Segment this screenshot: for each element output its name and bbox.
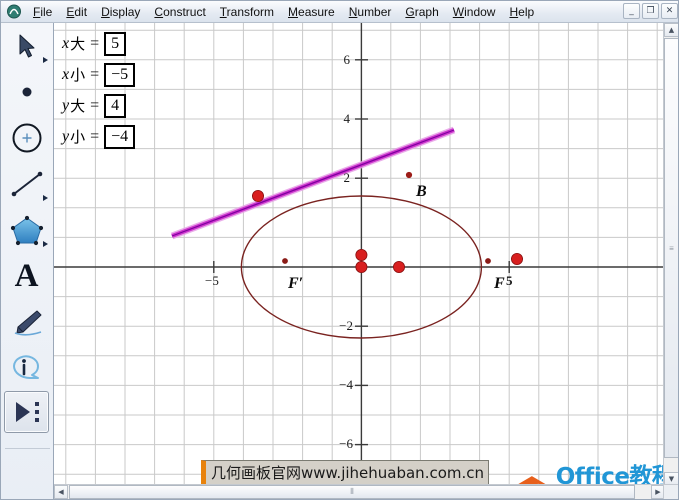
menu-item-file[interactable]: FFileile xyxy=(26,2,59,22)
graph-plot[interactable]: 6 4 2 −2 −4 −6 −5 5 B F′ F xyxy=(54,23,679,500)
measure-var-label: x xyxy=(62,65,70,83)
toolbox: A xyxy=(1,23,54,499)
play-dots-icon xyxy=(15,402,39,422)
grid-lines xyxy=(54,23,678,499)
measure-equals-sign: = xyxy=(90,127,100,145)
measurement-y-min[interactable]: y小 = −4 xyxy=(62,121,136,152)
label-F: F xyxy=(493,275,505,292)
measure-var-label: x xyxy=(62,34,70,52)
intersection-point[interactable] xyxy=(251,189,264,202)
y-tick-label-4: 4 xyxy=(344,111,351,126)
measure-qualifier-label: 大 xyxy=(70,35,86,53)
measure-qualifier-label: 小 xyxy=(70,66,86,84)
marker-tool[interactable] xyxy=(1,299,52,345)
y-tick-label-minus-2: −2 xyxy=(339,318,353,333)
x-tick-label-minus-5: −5 xyxy=(205,273,219,288)
axes xyxy=(54,23,678,499)
y-tick-label-minus-6: −6 xyxy=(339,436,353,451)
measure-var-label: y xyxy=(62,96,70,114)
pen-marker-icon xyxy=(14,310,41,336)
measure-equals-sign: = xyxy=(90,65,100,83)
menu-item-edit[interactable]: Edit xyxy=(59,2,94,22)
measure-value-box[interactable]: 5 xyxy=(104,31,127,56)
measure-var-label: y xyxy=(62,127,70,145)
arrow-select-tool[interactable] xyxy=(1,23,52,69)
info-balloon-icon xyxy=(12,355,39,379)
pentagon-icon xyxy=(10,215,43,246)
vertical-scroll-thumb[interactable]: ≡ xyxy=(664,38,678,458)
menu-item-construct[interactable]: Construct xyxy=(147,2,212,22)
point-F-prime[interactable] xyxy=(282,258,288,264)
straightedge-tool[interactable] xyxy=(1,161,52,207)
jihehuaban-watermark: 几何画板官网www.jihehuaban.com.cn xyxy=(201,460,490,485)
point-tool[interactable] xyxy=(1,69,52,115)
label-B: B xyxy=(415,183,427,200)
sketchpad-window: FFileile Edit Display Construct Transfor… xyxy=(0,0,679,500)
y-tick-label-2: 2 xyxy=(344,170,351,185)
sketchpad-icon xyxy=(5,4,23,20)
scroll-up-button[interactable]: ▲ xyxy=(664,23,678,37)
menu-bar: FFileile Edit Display Construct Transfor… xyxy=(1,1,678,23)
letter-a-icon: A xyxy=(14,257,39,294)
measure-qualifier-label: 大 xyxy=(70,97,86,115)
menu-item-number[interactable]: Number xyxy=(342,2,399,22)
minimize-button[interactable]: _ xyxy=(623,3,640,19)
scrollbar-corner xyxy=(663,484,678,499)
point-F[interactable] xyxy=(485,258,491,264)
measurement-x-max[interactable]: x大 = 5 xyxy=(62,28,135,59)
y-tick-label-6: 6 xyxy=(344,52,351,67)
label-F-prime: F′ xyxy=(287,275,303,292)
window-controls: _ ❐ ✕ xyxy=(623,3,678,19)
vertex-point-right[interactable] xyxy=(510,252,523,265)
measure-value-box[interactable]: 4 xyxy=(104,93,127,118)
menu-item-display[interactable]: Display xyxy=(94,2,147,22)
line-segment-icon xyxy=(11,171,42,197)
toolbox-divider xyxy=(5,448,50,449)
measure-value-box[interactable]: −5 xyxy=(104,62,136,87)
circle-icon xyxy=(12,123,41,153)
vertical-scrollbar[interactable]: ▲ ≡ ▼ xyxy=(663,23,678,486)
information-tool[interactable] xyxy=(1,345,52,391)
menu-list: FFileile Edit Display Construct Transfor… xyxy=(26,1,541,23)
menu-item-help[interactable]: Help xyxy=(502,2,541,22)
menu-item-graph[interactable]: Graph xyxy=(398,2,445,22)
arrow-tool-flyout-arrow[interactable] xyxy=(43,57,48,63)
x-tick-label-5: 5 xyxy=(506,273,513,288)
point-on-axis[interactable] xyxy=(392,260,405,273)
point-B[interactable] xyxy=(405,171,413,179)
custom-tool[interactable] xyxy=(4,391,49,433)
horizontal-scroll-thumb[interactable]: ⦀ xyxy=(69,485,635,499)
polygon-tool[interactable] xyxy=(1,207,52,253)
y-tick-label-minus-4: −4 xyxy=(339,377,353,392)
restore-button[interactable]: ❐ xyxy=(642,3,659,19)
straightedge-flyout-arrow[interactable] xyxy=(43,195,48,201)
measure-equals-sign: = xyxy=(90,96,100,114)
menu-item-window[interactable]: Window xyxy=(446,2,503,22)
menu-item-transform[interactable]: Transform xyxy=(213,2,281,22)
horizontal-scrollbar[interactable]: ◀ ⦀ ▶ xyxy=(54,484,665,499)
origin-point[interactable] xyxy=(355,260,368,273)
arrow-cursor-icon xyxy=(19,34,34,58)
measurement-y-max[interactable]: y大 = 4 xyxy=(62,90,135,121)
measure-value-box[interactable]: −4 xyxy=(104,124,136,149)
measure-qualifier-label: 小 xyxy=(70,128,86,146)
text-tool[interactable]: A xyxy=(1,253,52,299)
measurement-panel: x大 = 5 x小 = −5 y大 = 4 y小 = −4 xyxy=(62,28,136,152)
sketch-canvas[interactable]: 6 4 2 −2 −4 −6 −5 5 B F′ F x 大 = 5 x 小 =… xyxy=(54,23,679,500)
origin-stacked-upper-point[interactable] xyxy=(355,248,368,261)
polygon-flyout-arrow[interactable] xyxy=(43,241,48,247)
point-icon xyxy=(22,87,31,97)
measure-equals-sign: = xyxy=(90,34,100,52)
close-button[interactable]: ✕ xyxy=(661,3,678,19)
scroll-left-button[interactable]: ◀ xyxy=(54,485,68,499)
measurement-x-min[interactable]: x小 = −5 xyxy=(62,59,136,90)
menu-item-measure[interactable]: Measure xyxy=(281,2,342,22)
sketch-canvas-area[interactable]: 6 4 2 −2 −4 −6 −5 5 B F′ F x 大 = 5 x 小 =… xyxy=(54,23,679,500)
compass-circle-tool[interactable] xyxy=(1,115,52,161)
